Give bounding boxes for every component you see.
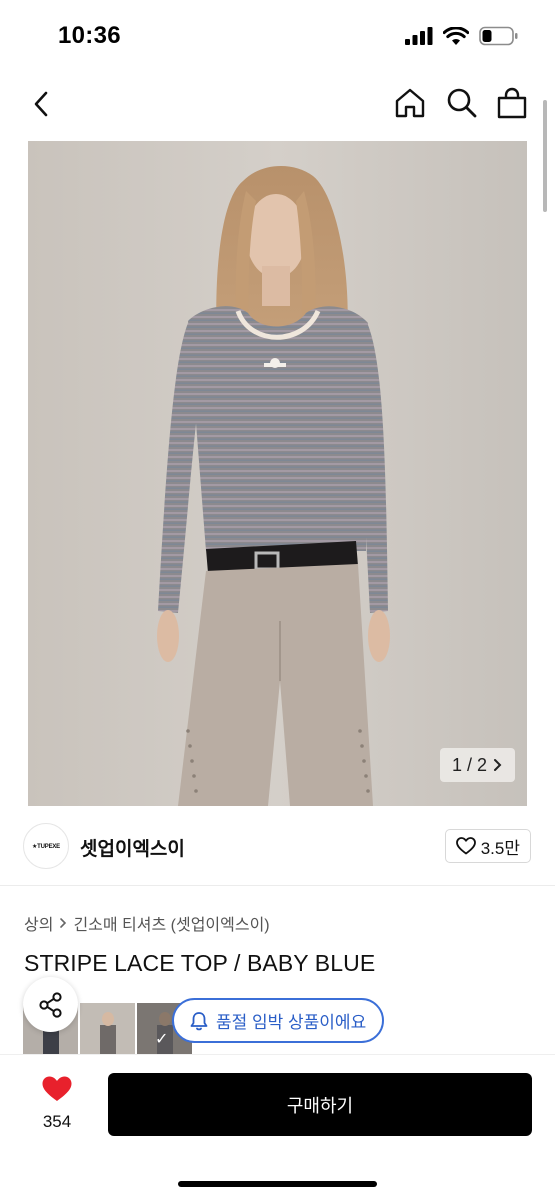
brand-like-button[interactable]: 3.5만 (444, 829, 531, 863)
scrollbar[interactable] (543, 100, 547, 212)
shopping-bag-icon[interactable] (496, 86, 528, 120)
brand-logo[interactable]: ★TUPEXE (23, 823, 69, 869)
breadcrumb-subcategory[interactable]: 긴소매 티셔츠 (셋업이엑스이) (73, 911, 269, 935)
low-stock-label: 품절 임박 상품이에요 (216, 1013, 367, 1032)
search-icon[interactable] (445, 86, 479, 120)
home-icon[interactable] (393, 86, 427, 120)
status-time: 10:36 (58, 22, 121, 49)
buy-button[interactable]: 구매하기 (108, 1073, 532, 1136)
wifi-icon (443, 26, 469, 45)
product-image-gallery[interactable]: 1 / 2 (28, 141, 527, 806)
gallery-page-text: 1 / 2 (451, 754, 487, 775)
gallery-page-indicator[interactable]: 1 / 2 (439, 748, 515, 782)
breadcrumb-category[interactable]: 상의 (24, 911, 53, 935)
heart-filled-icon (42, 1076, 72, 1101)
share-button[interactable] (23, 977, 78, 1032)
thumbnail-image (80, 1003, 135, 1055)
chevron-right-icon (60, 918, 67, 928)
product-photo (28, 141, 527, 806)
breadcrumb: 상의 긴소매 티셔츠 (셋업이엑스이) (24, 911, 270, 935)
wishlist-count: 354 (42, 1112, 72, 1131)
status-icons (405, 26, 519, 46)
status-bar: 10:36 (0, 0, 555, 72)
home-indicator[interactable] (178, 1181, 377, 1187)
checkmark-icon: ✓ (155, 1031, 169, 1048)
chevron-right-icon (494, 759, 502, 771)
top-navigation (0, 76, 555, 132)
back-chevron-icon[interactable] (26, 88, 58, 120)
brand-like-count: 3.5만 (480, 838, 520, 858)
battery-icon (479, 26, 518, 46)
wishlist-button[interactable]: 354 (32, 1075, 82, 1132)
brand-logo-text: ★TUPEXE (32, 843, 60, 850)
brand-row: ★TUPEXE 셋업이엑스이 3.5만 (0, 806, 555, 886)
product-title: STRIPE LACE TOP / BABY BLUE (24, 950, 376, 976)
brand-name[interactable]: 셋업이엑스이 (80, 834, 185, 861)
bottom-action-bar: 354 구매하기 (0, 1054, 555, 1200)
share-icon (38, 991, 62, 1018)
bell-icon (190, 1011, 208, 1030)
color-option-thumbnail[interactable] (80, 1003, 135, 1055)
cellular-signal-icon (405, 27, 433, 45)
low-stock-notice[interactable]: 품절 임박 상품이에요 (172, 998, 385, 1043)
heart-outline-icon (455, 837, 476, 855)
